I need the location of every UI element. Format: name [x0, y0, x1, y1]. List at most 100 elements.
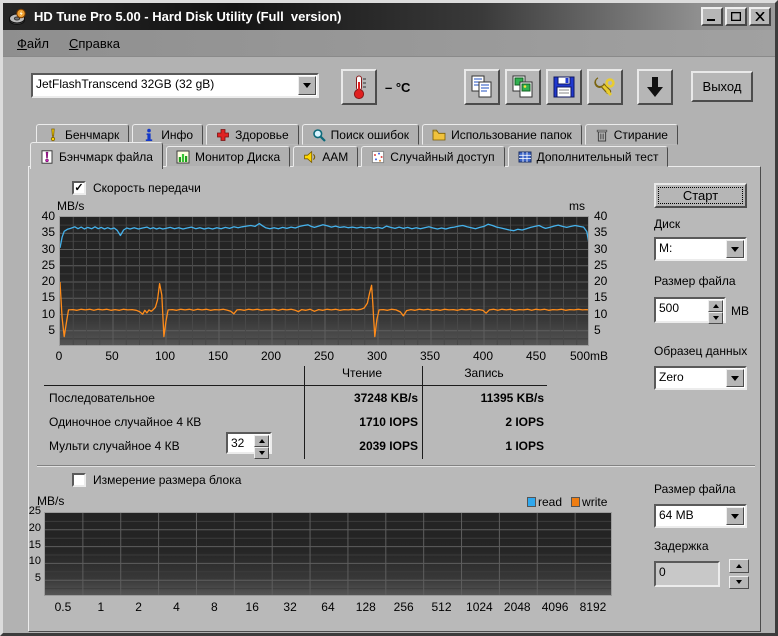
x-tick-label: 0 [33, 349, 85, 363]
block-size-checkbox[interactable]: Измерение размера блока [72, 473, 241, 487]
y-tick-label: 40 [594, 209, 624, 223]
row-multi-random-write: 1 IOPS [424, 439, 544, 453]
data-pattern-select[interactable]: Zero [654, 366, 747, 390]
file-size-unit: MB [731, 304, 749, 318]
tab-label: Монитор Диска [195, 150, 280, 164]
x-tick-label: 2048 [498, 600, 536, 614]
x-tick-label: 300 [351, 349, 403, 363]
dropdown-arrow-icon[interactable] [726, 507, 744, 525]
tab-label: Использование папок [451, 128, 572, 142]
minimize-button[interactable] [701, 7, 723, 26]
dropdown-arrow-icon[interactable] [726, 369, 744, 387]
tab-label: Инфо [161, 128, 193, 142]
disk-select[interactable]: M: [654, 237, 747, 261]
write-legend-swatch [571, 497, 580, 507]
y-tick-label: 5 [29, 323, 55, 337]
block-file-size-select[interactable]: 64 MB [654, 504, 747, 528]
minimize-icon [707, 12, 717, 21]
folder-icon [432, 128, 446, 142]
tab-file-benchmark[interactable]: Бэнчмарк файла [30, 142, 163, 169]
y-tick-label: 20 [26, 522, 41, 534]
delay-spinner [729, 559, 749, 589]
x-tick-label: 200 [245, 349, 297, 363]
tab-aam[interactable]: ААМ [293, 146, 358, 167]
dropdown-arrow-icon[interactable] [726, 240, 744, 258]
excl-yellow-icon [46, 128, 60, 142]
red-cross-icon [216, 128, 230, 142]
delay-field[interactable]: 0 [654, 561, 720, 587]
y-tick-label: 30 [29, 242, 55, 256]
transfer-speed-checkbox[interactable]: ✓ Скорость передачи [72, 181, 201, 195]
tab-erase[interactable]: Стирание [585, 124, 678, 145]
y-tick-label: 35 [594, 225, 624, 239]
device-select[interactable]: JetFlashTranscend 32GB (32 gB) [31, 73, 319, 98]
info-icon [142, 128, 156, 142]
speaker-icon [303, 150, 317, 164]
write-legend-label: write [582, 495, 607, 509]
tab-label: Случайный доступ [390, 150, 494, 164]
tab-error-scan[interactable]: Поиск ошибок [302, 124, 419, 145]
exit-button[interactable]: Выход [691, 71, 753, 102]
copy-image-icon [510, 74, 536, 100]
close-button[interactable] [749, 7, 771, 26]
spinner-up-button[interactable] [729, 559, 749, 573]
file-size-label: Размер файла [654, 274, 736, 288]
options-button[interactable] [587, 69, 623, 105]
tab-label: Поиск ошибок [331, 128, 409, 142]
download-button[interactable] [637, 69, 673, 105]
grid-table-icon [518, 150, 532, 164]
x-tick-label: 50 [86, 349, 138, 363]
copy-image-button[interactable] [505, 69, 541, 105]
start-button[interactable]: Старт [654, 183, 747, 208]
y-tick-label: 20 [29, 274, 55, 288]
temperature-button[interactable] [341, 69, 377, 105]
copy-text-button[interactable] [464, 69, 500, 105]
maximize-icon [731, 12, 741, 21]
menu-help[interactable]: Справка [59, 33, 130, 54]
device-select-value: JetFlashTranscend 32GB (32 gB) [33, 75, 297, 96]
dots-icon [371, 150, 385, 164]
row-multi-random-read: 2039 IOPS [306, 439, 418, 453]
y-tick-label: 15 [29, 290, 55, 304]
copy-text-icon [469, 74, 495, 100]
app-window: HD Tune Pro 5.00 - Hard Disk Utility (Fu… [0, 0, 778, 636]
spinner-up-button[interactable] [254, 435, 269, 447]
x-tick-label: 16 [233, 600, 271, 614]
y-tick-label: 15 [594, 290, 624, 304]
thermometer-icon [348, 74, 370, 100]
x-tick-label: 8 [195, 600, 233, 614]
queue-depth-spinner[interactable]: 32 [226, 432, 272, 454]
dropdown-arrow-icon[interactable] [298, 76, 316, 95]
x-tick-label: 1 [82, 600, 120, 614]
maximize-button[interactable] [725, 7, 747, 26]
x-tick-label: 400 [457, 349, 509, 363]
chart1-ylabel-left: MB/s [57, 199, 84, 213]
section-divider [37, 465, 755, 467]
tab-label: Стирание [614, 128, 668, 142]
spinner-down-button[interactable] [708, 312, 723, 324]
tab-folder-usage[interactable]: Использование папок [422, 124, 582, 145]
save-button[interactable] [546, 69, 582, 105]
file-excl-icon [40, 150, 54, 164]
x-tick-label: 100 [139, 349, 191, 363]
y-tick-label: 25 [594, 258, 624, 272]
menu-file[interactable]: Файл [7, 33, 59, 54]
spinner-up-button[interactable] [708, 300, 723, 312]
x-tick-label: 8192 [574, 600, 612, 614]
spinner-down-button[interactable] [729, 576, 749, 590]
y-tick-label: 30 [594, 242, 624, 256]
file-size-spinner[interactable]: 500 [654, 297, 726, 323]
y-tick-label: 15 [26, 539, 41, 551]
tab-extra-tests[interactable]: Дополнительный тест [508, 146, 669, 167]
close-icon [755, 12, 765, 21]
y-tick-label: 35 [29, 225, 55, 239]
chart2-x-axis: 0.512481632641282565121024204840968192 [44, 600, 612, 614]
table-vline-2 [422, 366, 423, 459]
tab-disk-monitor[interactable]: Монитор Диска [166, 146, 290, 167]
tab-random-access[interactable]: Случайный доступ [361, 146, 504, 167]
arrow-down-icon [642, 74, 668, 100]
spinner-down-button[interactable] [254, 447, 269, 459]
row-single-random-read: 1710 IOPS [306, 415, 418, 429]
delay-label: Задержка [654, 539, 709, 553]
tab-health[interactable]: Здоровье [206, 124, 299, 145]
